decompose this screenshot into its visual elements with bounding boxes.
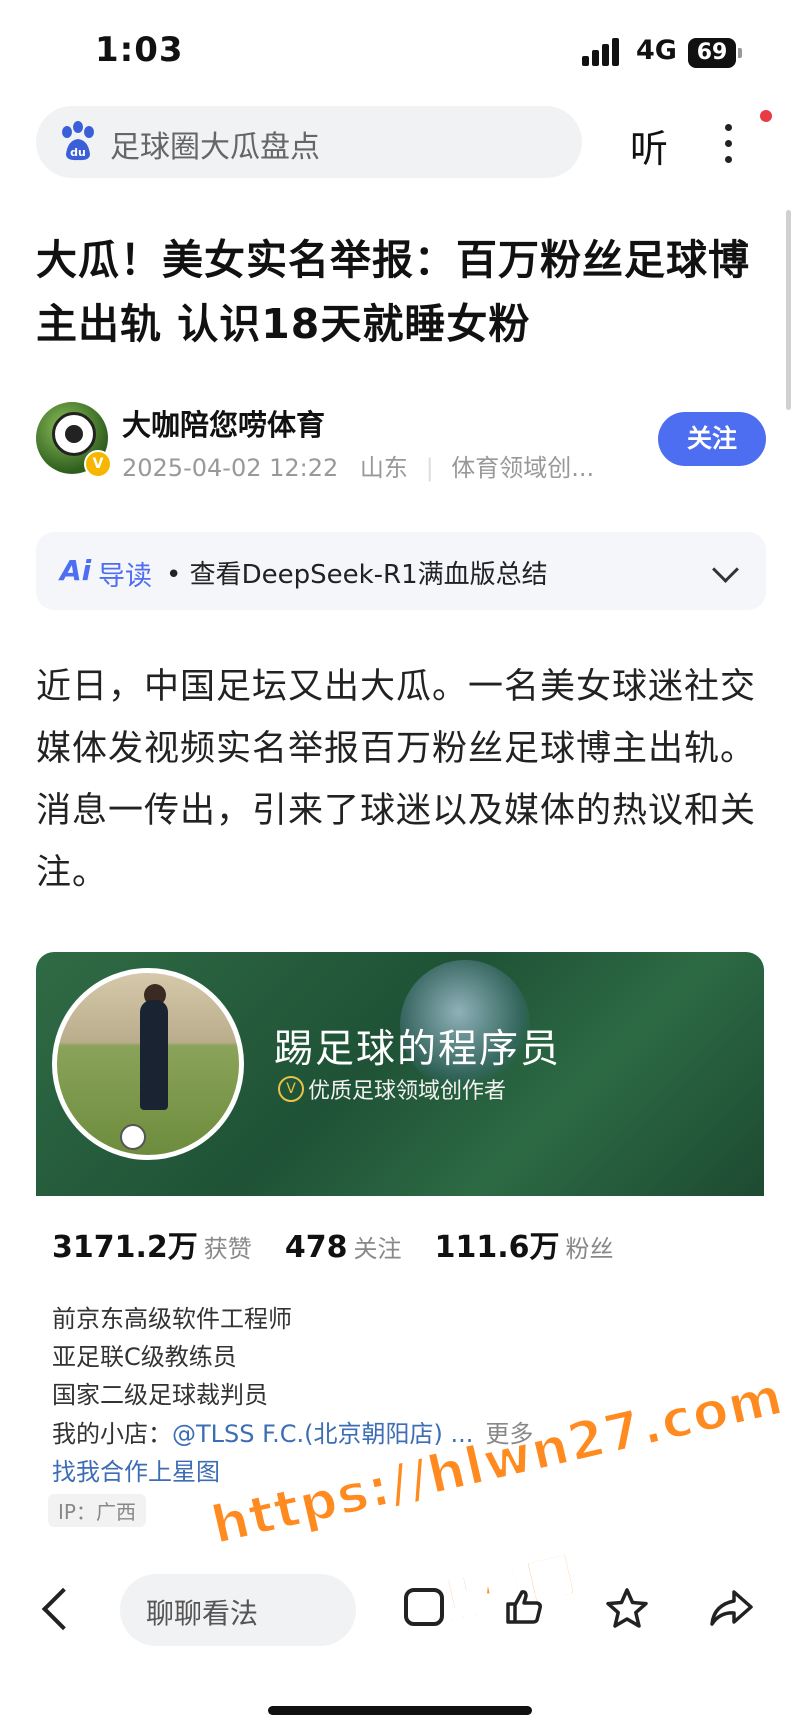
star-map-link: 找我合作上星图 — [52, 1458, 220, 1486]
notification-dot — [760, 110, 772, 122]
author-name[interactable]: 大咖陪您唠体育 — [122, 402, 325, 444]
creator-badge-icon: V — [278, 1076, 304, 1102]
thumbs-up-icon[interactable] — [504, 1588, 544, 1626]
ai-guide-text: • 查看DeepSeek-R1满血版总结 — [166, 560, 548, 590]
publish-date: 2025-04-02 12:22 — [122, 454, 339, 482]
comment-placeholder: 聊聊看法 — [146, 1597, 259, 1630]
svg-text:du: du — [70, 146, 86, 159]
article-body: 近日，中国足坛又出大瓜。一名美女球迷社交媒体发视频实名举报百万粉丝足球博主出轨。… — [36, 667, 757, 893]
shop-label: 我的小店： — [52, 1420, 172, 1448]
more-menu-icon[interactable] — [722, 118, 734, 168]
shop-link: @TLSS F.C.(北京朝阳店) ... — [172, 1420, 474, 1448]
status-time: 1:03 — [95, 30, 184, 70]
follow-button[interactable]: 关注 — [658, 412, 766, 466]
baidu-paw-icon: du — [62, 121, 94, 161]
scrollbar[interactable] — [786, 210, 791, 410]
bio-line: 前京东高级软件工程师 — [52, 1305, 292, 1333]
battery-tip — [738, 48, 742, 58]
back-arrow-icon[interactable] — [41, 1587, 85, 1631]
following-label: 关注 — [353, 1235, 402, 1263]
author-field: 体育领域创... — [451, 454, 595, 482]
listen-button[interactable]: 听 — [630, 118, 668, 173]
ai-logo-icon: Ai — [60, 554, 92, 587]
network-type: 4G — [636, 35, 677, 66]
comment-icon[interactable] — [404, 1588, 444, 1626]
favorite-star-icon[interactable] — [604, 1586, 650, 1632]
fans-label: 粉丝 — [565, 1235, 614, 1263]
article-headline: 大瓜！美女实名举报：百万粉丝足球博主出轨 认识18天就睡女粉 — [36, 236, 750, 348]
profile-stats: 3171.2万 获赞 478 关注 111.6万 粉丝 — [52, 1222, 642, 1266]
search-query: 足球圈大瓜盘点 — [110, 130, 320, 165]
ip-location-tag: IP：广西 — [48, 1494, 146, 1527]
signal-icon — [582, 38, 622, 66]
likes-count: 3171.2万 — [52, 1230, 198, 1265]
meta-divider: | — [425, 454, 434, 482]
profile-name: 踢足球的程序员 — [274, 1027, 562, 1072]
bio-line: 国家二级足球裁判员 — [52, 1381, 268, 1409]
creator-badge-text: 优质足球领域创作者 — [308, 1079, 507, 1104]
fans-count: 111.6万 — [434, 1230, 560, 1265]
player-ball — [120, 1124, 146, 1150]
profile-bio: 前京东高级软件工程师 亚足联C级教练员 国家二级足球裁判员 — [52, 1300, 292, 1414]
verified-badge-icon: V — [84, 450, 112, 478]
share-icon[interactable] — [708, 1588, 754, 1628]
following-count: 478 — [284, 1230, 348, 1265]
bio-line: 亚足联C级教练员 — [52, 1343, 237, 1371]
soccer-ball-icon — [52, 412, 96, 456]
author-meta: 2025-04-02 12:22 山东 | 体育领域创... — [122, 448, 594, 483]
ai-guide-label: 导读 — [98, 561, 152, 592]
home-indicator — [268, 1706, 532, 1715]
likes-label: 获赞 — [203, 1235, 252, 1263]
battery-icon: 69 — [688, 38, 736, 68]
player-figure — [140, 1000, 168, 1110]
publish-location: 山东 — [359, 454, 408, 482]
